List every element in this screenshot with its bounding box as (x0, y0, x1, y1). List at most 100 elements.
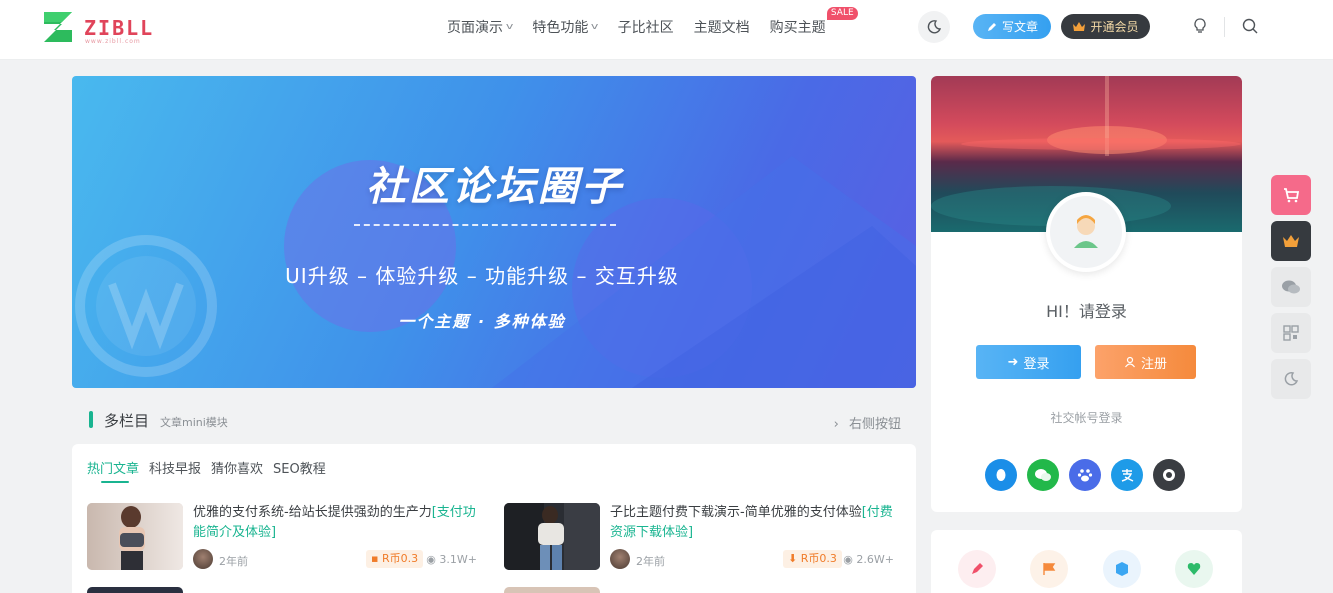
pen-icon[interactable] (958, 550, 996, 588)
post-item[interactable]: 子比主题付费下载演示-简单优雅的支付体验[付费资源下载体验] 2年前 ⬇ R币0… (504, 503, 902, 573)
logo-text: ZIBLL (84, 16, 155, 40)
banner-dashed-divider (354, 224, 616, 226)
tab-recommend[interactable]: 猜你喜欢 (211, 458, 263, 477)
post-price: R币0.3 (800, 552, 837, 565)
author-avatar[interactable] (193, 549, 213, 569)
logo-subtext: www.zibll.com (85, 38, 141, 45)
search-icon[interactable] (1241, 17, 1259, 35)
eye-icon: ◉ (426, 553, 436, 566)
section-subtitle: 文章mini模块 (160, 416, 228, 429)
post-title-text: 子比主题付费下载演示-简单优雅的支付体验 (610, 505, 862, 520)
nav-label: 子比社区 (617, 20, 674, 36)
user-login-card: HI！请登录 ➜ 登录 注册 社交帐号登录 (931, 76, 1242, 512)
right-button-label: 右侧按钮 (848, 417, 901, 432)
default-avatar-icon (1050, 196, 1122, 268)
login-label: 登录 (1023, 356, 1050, 372)
hero-banner[interactable]: 社区论坛圈子 UI升级 – 体验升级 – 功能升级 – 交互升级 一个主题 · … (72, 76, 916, 388)
login-button[interactable]: ➜ 登录 (976, 345, 1081, 379)
section-header: 多栏目 文章mini模块 › 右侧按钮 (72, 404, 916, 436)
heart-icon[interactable] (1175, 550, 1213, 588)
banner-title: 社区论坛圈子 (366, 164, 624, 210)
download-icon: ⬇ (788, 552, 798, 565)
post-views-count: 3.1W+ (439, 553, 477, 566)
post-tabs: 热门文章 科技早报 猜你喜欢 SEO教程 (87, 458, 336, 483)
chevron-down-icon: v (505, 22, 514, 32)
quick-links-card (931, 530, 1242, 593)
post-views: ◉ 3.1W+ (426, 553, 477, 566)
social-login-label: 社交帐号登录 (1050, 411, 1123, 425)
site-logo[interactable]: ZIBLL www.zibll.com (42, 10, 162, 46)
post-title[interactable]: 优雅的支付系统-给站长提供强劲的生产力[支付功能简介及体验] (193, 503, 485, 543)
float-vip-button[interactable] (1271, 221, 1311, 261)
qrcode-icon (1283, 325, 1299, 341)
nav-item-page-demo[interactable]: 页面演示 v (447, 17, 514, 37)
banner-subtitle: UI升级 – 体验升级 – 功能升级 – 交互升级 (285, 264, 679, 288)
float-qrcode-button[interactable] (1271, 313, 1311, 353)
float-dark-mode-button[interactable] (1271, 359, 1311, 399)
top-header: ZIBLL www.zibll.com 页面演示 v 特色功能 v 子比社区 主… (0, 0, 1333, 60)
post-thumbnail-next (504, 587, 600, 593)
chevron-right-icon: › (833, 417, 839, 432)
post-title-text: 优雅的支付系统-给站长提供强劲的生产力 (193, 505, 432, 520)
banner-tagline: 一个主题 · 多种体验 (398, 312, 566, 331)
nav-label: 特色功能 (532, 20, 589, 36)
login-icon: ➜ (1007, 354, 1019, 370)
alipay-icon[interactable] (1111, 459, 1143, 491)
post-price: R币0.3 (381, 552, 419, 565)
login-greeting: HI！请登录 (1046, 302, 1127, 321)
user-avatar[interactable] (1046, 192, 1126, 272)
user-icon (1125, 356, 1135, 368)
tab-tech[interactable]: 科技早报 (149, 458, 201, 477)
post-meta: 2年前 ▪ R币0.3 ◉ 3.1W+ (193, 549, 485, 569)
cube-icon[interactable] (1103, 550, 1141, 588)
tab-seo[interactable]: SEO教程 (273, 458, 326, 477)
nav-item-features[interactable]: 特色功能 v (532, 17, 599, 37)
post-item[interactable]: 优雅的支付系统-给站长提供强劲的生产力[支付功能简介及体验] 2年前 ▪ R币0… (87, 503, 485, 573)
author-avatar[interactable] (610, 549, 630, 569)
flag-icon[interactable] (1030, 550, 1068, 588)
post-thumbnail[interactable] (87, 503, 183, 570)
open-vip-button[interactable]: 开通会员 (1061, 14, 1150, 39)
nav-item-community[interactable]: 子比社区 (618, 17, 674, 37)
float-cart-button[interactable] (1271, 175, 1311, 215)
post-meta: 2年前 ⬇ R币0.3 ◉ 2.6W+ (610, 549, 902, 569)
wechat-icon (1282, 280, 1300, 294)
section-title: 多栏目 (104, 412, 150, 430)
cart-icon (1284, 188, 1300, 203)
float-wechat-button[interactable] (1271, 267, 1311, 307)
coin-icon: ▪ (371, 552, 379, 565)
write-label: 写文章 (1001, 20, 1038, 34)
moon-icon (927, 20, 942, 34)
post-price-badge: ⬇ R币0.3 (783, 550, 842, 568)
logo-mark-icon (44, 12, 72, 42)
chevron-down-icon: v (591, 22, 599, 32)
vip-label: 开通会员 (1090, 20, 1139, 34)
post-thumbnail-next (87, 587, 183, 593)
nav-item-docs[interactable]: 主题文档 (694, 17, 750, 37)
tab-hot[interactable]: 热门文章 (87, 458, 139, 483)
nav-label: 购买主题 (769, 20, 826, 36)
nav-item-buy-theme[interactable]: 购买主题 SALE (769, 7, 858, 37)
post-views: ◉ 2.6W+ (843, 553, 894, 566)
crown-icon (1283, 235, 1299, 247)
github-icon[interactable] (1153, 459, 1185, 491)
eye-icon: ◉ (843, 553, 853, 566)
write-article-button[interactable]: 写文章 (973, 14, 1051, 39)
lightbulb-icon[interactable] (1191, 17, 1209, 35)
post-title[interactable]: 子比主题付费下载演示-简单优雅的支付体验[付费资源下载体验] (610, 503, 902, 543)
sale-badge: SALE (826, 7, 858, 20)
dark-mode-toggle[interactable] (918, 11, 950, 43)
crown-icon (1073, 21, 1086, 31)
wechat-icon[interactable] (1027, 459, 1059, 491)
section-right-button[interactable]: › 右侧按钮 (834, 413, 901, 432)
post-time: 2年前 (636, 555, 665, 568)
posts-panel: 热门文章 科技早报 猜你喜欢 SEO教程 优雅的支付系统-给站长提供强劲的生产力… (72, 444, 916, 593)
post-time: 2年前 (219, 555, 248, 568)
main-nav: 页面演示 v 特色功能 v 子比社区 主题文档 购买主题 SALE (447, 0, 858, 54)
baidu-icon[interactable] (1069, 459, 1101, 491)
post-views-count: 2.6W+ (856, 553, 894, 566)
post-thumbnail[interactable] (504, 503, 600, 570)
pencil-icon (987, 22, 996, 31)
register-button[interactable]: 注册 (1095, 345, 1196, 379)
qq-icon[interactable] (985, 459, 1017, 491)
